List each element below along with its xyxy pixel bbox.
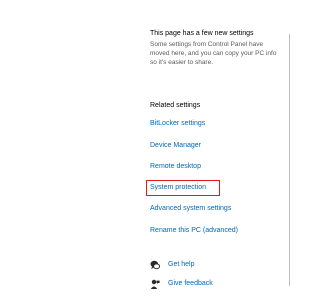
- remote-desktop-link[interactable]: Remote desktop: [150, 163, 201, 170]
- get-help-link[interactable]: Get help: [168, 261, 194, 268]
- device-manager-link[interactable]: Device Manager: [150, 142, 201, 149]
- feedback-person-icon: [150, 279, 160, 289]
- help-chat-icon: [150, 260, 160, 270]
- settings-side-panel: This page has a few new settings Some se…: [146, 0, 290, 300]
- scrollbar[interactable]: [289, 34, 290, 286]
- notice-title: This page has a few new settings: [150, 30, 254, 37]
- give-feedback-link[interactable]: Give feedback: [168, 280, 213, 287]
- related-settings-title: Related settings: [150, 102, 201, 109]
- bitlocker-settings-link[interactable]: BitLocker settings: [150, 120, 205, 127]
- advanced-system-settings-link[interactable]: Advanced system settings: [150, 205, 231, 212]
- system-protection-link[interactable]: System protection: [150, 184, 206, 191]
- notice-body: Some settings from Control Panel have mo…: [150, 41, 277, 66]
- rename-pc-link[interactable]: Rename this PC (advanced): [150, 227, 238, 234]
